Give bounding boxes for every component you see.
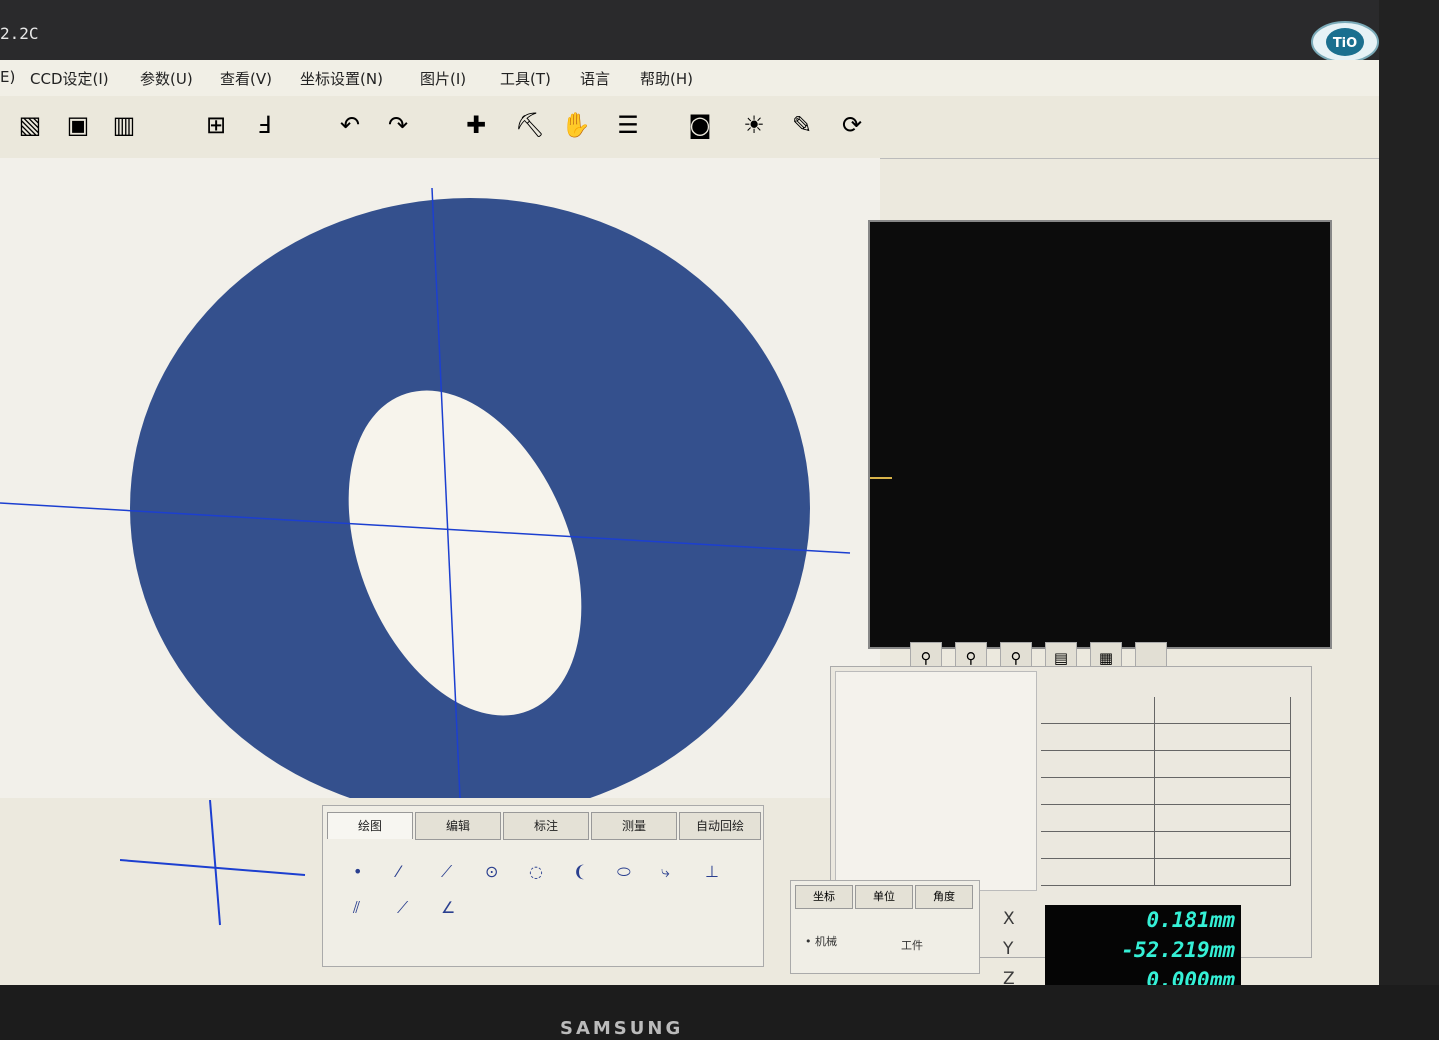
menu-item-2[interactable]: 参数(U) — [140, 68, 193, 89]
light-icon[interactable]: ☀ — [734, 104, 774, 146]
menu-bar: E) CCD设定(I) 参数(U) 查看(V) 坐标设置(N) 图片(I) 工具(T) 语言 帮… — [0, 60, 1385, 97]
small-crosshair — [120, 800, 306, 926]
hand-icon[interactable]: ✋ — [556, 104, 596, 146]
coord-tab-1[interactable]: 单位 — [855, 885, 913, 909]
results-table — [1041, 697, 1292, 886]
save-icon[interactable]: ▣ — [58, 104, 98, 146]
monitor-bezel-right — [1379, 0, 1439, 1040]
calc-icon[interactable]: ⊞ — [196, 104, 236, 146]
menu-item-6[interactable]: 工具(T) — [500, 68, 551, 89]
parallel-tool[interactable]: ⫽ — [353, 898, 360, 918]
table-row — [1041, 804, 1292, 832]
radio-workpiece[interactable]: 工件 — [901, 937, 923, 953]
tab-3[interactable]: 测量 — [591, 812, 677, 840]
list-icon[interactable]: ☰ — [608, 104, 648, 146]
toolbar: ▧ ▣ ▥ ⊞ Ⅎ ↶ ↷ ✚ ⛏ ✋ ☰ ◙ ☀ ✎ ⟳ — [0, 96, 1385, 159]
circle-center-tool[interactable]: ⊙ — [485, 862, 498, 881]
table-row — [1041, 831, 1292, 859]
menu-item-8[interactable]: 帮助(H) — [640, 68, 693, 89]
readout-y: -52.219mm — [1045, 935, 1241, 965]
redo-icon[interactable]: ↷ — [378, 104, 418, 146]
ellipse-tool[interactable]: ⬭ — [617, 862, 631, 882]
preview-marker — [870, 477, 892, 479]
crosshair-icon[interactable]: ✚ — [456, 104, 496, 146]
curve-tool[interactable]: ⤷ — [661, 862, 670, 882]
camera-icon[interactable]: ◙ — [680, 104, 720, 146]
circle-tool[interactable]: ◌ — [529, 862, 543, 881]
camera-preview — [868, 220, 1332, 649]
ruler-icon[interactable]: Ⅎ — [244, 104, 284, 146]
arc-tool[interactable]: ❨ — [573, 862, 586, 881]
coord-tab-2[interactable]: 角度 — [915, 885, 973, 909]
undo-icon[interactable]: ↶ — [330, 104, 370, 146]
camera-image-view[interactable] — [0, 158, 880, 798]
pick-icon[interactable]: ⛏ — [510, 104, 550, 146]
axis-label-x: X — [1003, 909, 1015, 929]
segment-tool[interactable]: ⟋ — [441, 862, 452, 882]
tab-4[interactable]: 自动回绘 — [679, 812, 761, 840]
table-row — [1041, 697, 1292, 724]
tab-2[interactable]: 标注 — [503, 812, 589, 840]
table-row — [1041, 723, 1292, 751]
menu-item-3[interactable]: 查看(V) — [220, 68, 272, 89]
refresh-icon[interactable]: ⟳ — [832, 104, 872, 146]
graph-preview — [835, 671, 1037, 891]
part-image — [0, 187, 851, 798]
excel-icon[interactable]: ▧ — [10, 104, 50, 146]
monitor-bezel-bottom — [0, 985, 1439, 1040]
angle-tool[interactable]: ∠ — [441, 898, 455, 917]
logo-text: TiO — [1333, 36, 1357, 51]
menu-item-1[interactable]: CCD设定(I) — [30, 68, 109, 89]
menu-item-4[interactable]: 坐标设置(N) — [300, 68, 383, 89]
line-tool[interactable]: ⁄ — [397, 862, 400, 881]
tab-0[interactable]: 绘图 — [327, 812, 413, 839]
report-icon[interactable]: ✎ — [782, 104, 822, 146]
tab-1[interactable]: 编辑 — [415, 812, 501, 840]
taskbar — [120, 940, 820, 962]
app-logo: TiO — [1311, 21, 1379, 63]
table-row — [1041, 858, 1292, 886]
axis-label-y: Y — [1003, 939, 1014, 959]
coord-tab-0[interactable]: 坐标 — [795, 885, 853, 909]
table-row — [1041, 750, 1292, 778]
radio-workpiece-label: 工件 — [901, 939, 923, 952]
chart-icon[interactable]: ▥ — [104, 104, 144, 146]
menu-item-5[interactable]: 图片(I) — [420, 68, 466, 89]
monitor-brand: SAMSUNG — [560, 1018, 684, 1039]
menu-item-0[interactable]: E) — [0, 68, 15, 86]
point-tool[interactable]: • — [353, 862, 362, 881]
slope-tool[interactable]: ⟋ — [397, 898, 408, 918]
app-window: E) CCD设定(I) 参数(U) 查看(V) 坐标设置(N) 图片(I) 工具(T) 语言 帮… — [0, 60, 1385, 995]
perpendicular-tool[interactable]: ⊥ — [705, 862, 719, 881]
readout-x: 0.181mm — [1045, 905, 1241, 935]
table-row — [1041, 777, 1292, 805]
menu-item-7[interactable]: 语言 — [580, 68, 610, 89]
window-title: 2.2C — [0, 24, 39, 43]
